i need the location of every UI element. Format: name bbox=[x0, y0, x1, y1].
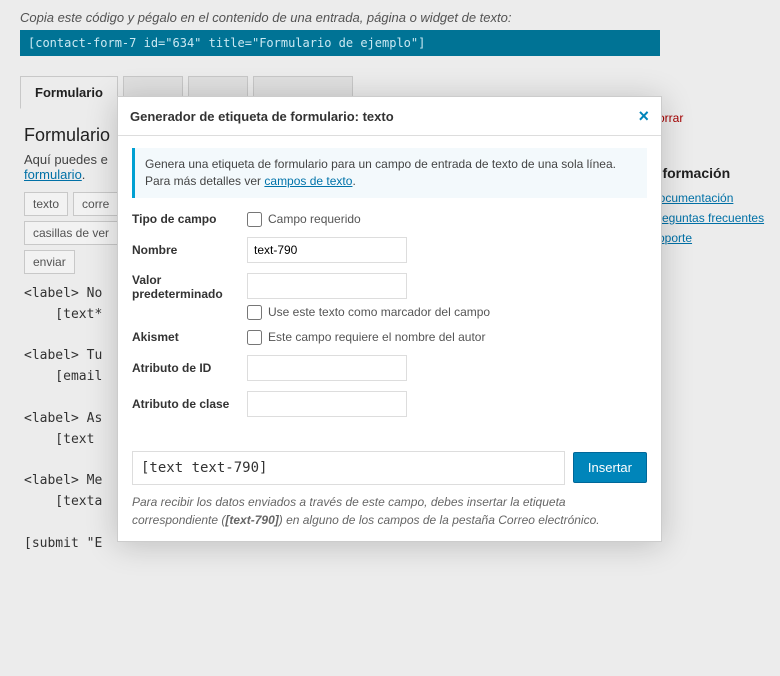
required-checkbox[interactable] bbox=[247, 212, 262, 227]
modal-notice: Genera una etiqueta de formulario para u… bbox=[132, 148, 647, 198]
footer-note: Para recibir los datos enviados a través… bbox=[132, 493, 647, 529]
id-attr-field[interactable] bbox=[247, 355, 407, 381]
label-name: Nombre bbox=[132, 243, 247, 257]
close-icon[interactable]: × bbox=[638, 107, 649, 125]
label-class-attr: Atributo de clase bbox=[132, 397, 247, 411]
modal-title: Generador de etiqueta de formulario: tex… bbox=[130, 109, 394, 124]
shortcode-output[interactable] bbox=[132, 451, 565, 485]
name-field[interactable] bbox=[247, 237, 407, 263]
akismet-label: Este campo requiere el nombre del autor bbox=[268, 330, 485, 344]
label-akismet: Akismet bbox=[132, 330, 247, 344]
campos-de-texto-link[interactable]: campos de texto bbox=[264, 174, 352, 188]
default-value-field[interactable] bbox=[247, 273, 407, 299]
tag-generator-modal: Generador de etiqueta de formulario: tex… bbox=[117, 96, 662, 542]
label-fieldtype: Tipo de campo bbox=[132, 212, 247, 226]
label-default: Valor predeterminado bbox=[132, 273, 247, 301]
class-attr-field[interactable] bbox=[247, 391, 407, 417]
insert-button[interactable]: Insertar bbox=[573, 452, 647, 483]
placeholder-label: Use este texto como marcador del campo bbox=[268, 305, 490, 319]
akismet-checkbox[interactable] bbox=[247, 330, 262, 345]
required-label: Campo requerido bbox=[268, 212, 361, 226]
placeholder-checkbox[interactable] bbox=[247, 305, 262, 320]
label-id-attr: Atributo de ID bbox=[132, 361, 247, 375]
